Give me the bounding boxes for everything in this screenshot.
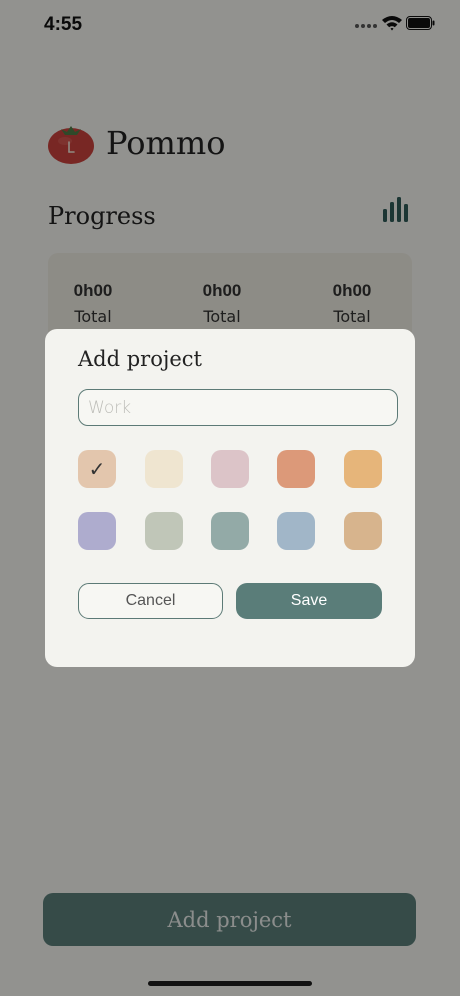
cancel-button[interactable]: Cancel [78,583,223,619]
dialog-title: Add project [78,347,202,371]
color-swatch-5[interactable] [344,450,382,488]
color-swatch-3[interactable] [211,450,249,488]
app-screen: 4:55 Pommo Progress 0h00 Total 0h00 Tota… [0,0,460,996]
home-indicator[interactable] [148,981,312,986]
save-button[interactable]: Save [236,583,382,619]
color-swatch-1[interactable]: ✓ [78,450,116,488]
add-project-dialog: Add project ✓ Cancel Save [45,329,415,667]
color-swatch-10[interactable] [344,512,382,550]
color-swatch-7[interactable] [145,512,183,550]
color-swatch-2[interactable] [145,450,183,488]
project-name-input[interactable] [78,389,398,426]
color-swatch-8[interactable] [211,512,249,550]
color-swatch-4[interactable] [277,450,315,488]
color-swatch-6[interactable] [78,512,116,550]
check-icon: ✓ [88,458,106,481]
color-swatch-9[interactable] [277,512,315,550]
